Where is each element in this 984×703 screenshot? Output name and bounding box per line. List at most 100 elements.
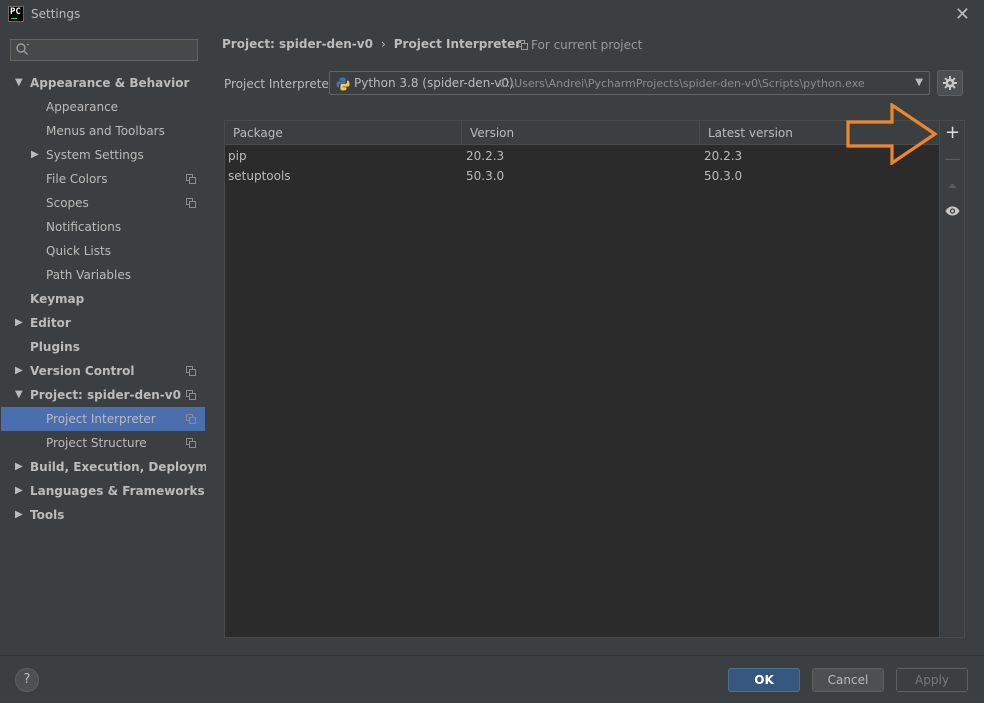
column-header-version[interactable]: Version	[462, 121, 700, 145]
sidebar-item-label: Build, Execution, Deployment	[30, 460, 231, 474]
sidebar-item-label: Quick Lists	[46, 244, 111, 258]
dialog-footer: ? OK Cancel Apply	[0, 655, 984, 703]
sidebar-item-appearance[interactable]: Appearance	[1, 95, 205, 119]
cancel-button[interactable]: Cancel	[812, 668, 884, 692]
expanded-arrow-icon[interactable]: ▼	[15, 383, 25, 407]
package-version: 50.3.0	[466, 169, 505, 183]
copy-icon	[518, 40, 528, 50]
sidebar-item-label: Appearance	[46, 100, 119, 114]
settings-sidebar: ▼ Appearance & Behavior Appearance Menus an…	[1, 29, 230, 655]
sidebar-item-label: Appearance & Behavior	[30, 76, 190, 90]
search-box[interactable]	[10, 39, 198, 61]
table-row[interactable]: setuptools 50.3.0 50.3.0	[225, 166, 939, 186]
sidebar-item-menus-and-toolbars[interactable]: Menus and Toolbars	[1, 119, 205, 143]
sidebar-item-keymap[interactable]: Keymap	[1, 287, 205, 311]
search-icon	[16, 43, 29, 55]
sidebar-item-label: Project Structure	[46, 436, 147, 450]
sidebar-item-label: Path Variables	[46, 268, 132, 282]
package-toolbar: + —	[939, 121, 964, 637]
settings-tree: ▼ Appearance & Behavior Appearance Menus an…	[1, 71, 230, 527]
sidebar-item-project-interpreter[interactable]: Project Interpreter	[1, 407, 205, 431]
collapsed-arrow-icon[interactable]: ▶	[15, 479, 25, 503]
apply-button[interactable]: Apply	[896, 668, 968, 692]
remove-package-button[interactable]: —	[940, 147, 965, 171]
sidebar-item-label: File Colors	[46, 172, 108, 186]
ok-button[interactable]: OK	[728, 668, 800, 692]
collapsed-arrow-icon[interactable]: ▶	[15, 359, 25, 383]
packages-table-panel: Package Version Latest version pip 20.2.…	[224, 120, 965, 638]
sidebar-item-languages-frameworks[interactable]: ▶ Languages & Frameworks	[1, 479, 205, 503]
close-icon[interactable]: ✕	[955, 4, 970, 25]
breadcrumb-separator: ›	[380, 37, 386, 51]
interpreter-name: Python 3.8 (spider-den-v0)	[354, 76, 514, 90]
up-arrow-icon	[948, 183, 957, 188]
sidebar-item-project-structure[interactable]: Project Structure	[1, 431, 205, 455]
sidebar-item-appearance-behavior[interactable]: ▼ Appearance & Behavior	[1, 71, 205, 95]
collapsed-arrow-icon[interactable]: ▶	[15, 455, 25, 479]
add-package-button[interactable]: +	[940, 121, 965, 145]
sidebar-item-notifications[interactable]: Notifications	[1, 215, 205, 239]
copy-icon	[186, 174, 196, 184]
sidebar-item-file-colors[interactable]: File Colors	[1, 167, 205, 191]
package-name: pip	[228, 149, 247, 163]
package-name: setuptools	[228, 169, 291, 183]
copy-icon	[186, 390, 196, 400]
sidebar-item-label: Notifications	[46, 220, 122, 234]
packages-table: Package Version Latest version pip 20.2.…	[225, 121, 939, 637]
sidebar-item-label: Project Interpreter	[46, 412, 156, 426]
title-bar: PC Settings ✕	[0, 0, 984, 29]
orange-arrow-annotation	[846, 103, 938, 165]
copy-icon	[186, 366, 196, 376]
sidebar-item-editor[interactable]: ▶ Editor	[1, 311, 205, 335]
sidebar-item-label: Editor	[30, 316, 71, 330]
copy-icon	[186, 414, 196, 424]
sidebar-item-scopes[interactable]: Scopes	[1, 191, 205, 215]
sidebar-item-label: Menus and Toolbars	[46, 124, 165, 138]
chevron-down-icon[interactable]: ▼	[915, 77, 923, 88]
package-version: 20.2.3	[466, 149, 505, 163]
table-header: Package Version Latest version	[225, 121, 939, 145]
copy-icon	[186, 198, 196, 208]
breadcrumb-project[interactable]: Project: spider-den-v0	[222, 37, 373, 51]
sidebar-item-path-variables[interactable]: Path Variables	[1, 263, 205, 287]
eye-icon	[945, 206, 960, 216]
search-input[interactable]	[35, 42, 195, 58]
sidebar-item-label: System Settings	[46, 148, 144, 162]
sidebar-item-label: Project: spider-den-v0	[30, 388, 181, 402]
help-button[interactable]: ?	[15, 668, 39, 692]
sidebar-item-quick-lists[interactable]: Quick Lists	[1, 239, 205, 263]
sidebar-item-label: Tools	[30, 508, 65, 522]
sidebar-item-build-execution-deployment[interactable]: ▶ Build, Execution, Deployment	[1, 455, 230, 479]
sidebar-item-tools[interactable]: ▶ Tools	[1, 503, 205, 527]
sidebar-item-project-spider-den-v0[interactable]: ▼ Project: spider-den-v0	[1, 383, 205, 407]
collapsed-arrow-icon[interactable]: ▶	[15, 503, 25, 527]
interpreter-select[interactable]: Python 3.8 (spider-den-v0) C:\Users\Andr…	[329, 71, 930, 95]
pycharm-icon: PC	[8, 6, 24, 22]
package-latest-version: 50.3.0	[704, 169, 743, 183]
python-icon	[336, 77, 350, 91]
gear-icon	[943, 76, 957, 90]
breadcrumb-page: Project Interpreter	[393, 37, 522, 51]
interpreter-label: Project Interpreter:	[224, 77, 338, 91]
expanded-arrow-icon[interactable]: ▼	[15, 71, 25, 95]
interpreter-path: C:\Users\Andrei\PycharmProjects\spider-d…	[499, 77, 865, 90]
table-row[interactable]: pip 20.2.3 20.2.3	[225, 146, 939, 166]
scope-note: For current project	[518, 38, 642, 52]
sidebar-item-plugins[interactable]: Plugins	[1, 335, 205, 359]
sidebar-item-label: Languages & Frameworks	[30, 484, 205, 498]
collapsed-arrow-icon[interactable]: ▶	[31, 143, 41, 167]
package-latest-version: 20.2.3	[704, 149, 743, 163]
show-early-releases-button[interactable]	[940, 199, 965, 223]
copy-icon	[186, 438, 196, 448]
sidebar-item-label: Scopes	[46, 196, 89, 210]
sidebar-item-version-control[interactable]: ▶ Version Control	[1, 359, 205, 383]
sidebar-item-label: Version Control	[30, 364, 135, 378]
interpreter-settings-button[interactable]	[937, 70, 963, 96]
sidebar-item-label: Keymap	[30, 292, 85, 306]
window-title: Settings	[31, 7, 81, 21]
collapsed-arrow-icon[interactable]: ▶	[15, 311, 25, 335]
upgrade-package-button[interactable]	[940, 173, 965, 197]
sidebar-item-system-settings[interactable]: ▶ System Settings	[1, 143, 205, 167]
column-header-package[interactable]: Package	[225, 121, 462, 145]
sidebar-item-label: Plugins	[30, 340, 80, 354]
